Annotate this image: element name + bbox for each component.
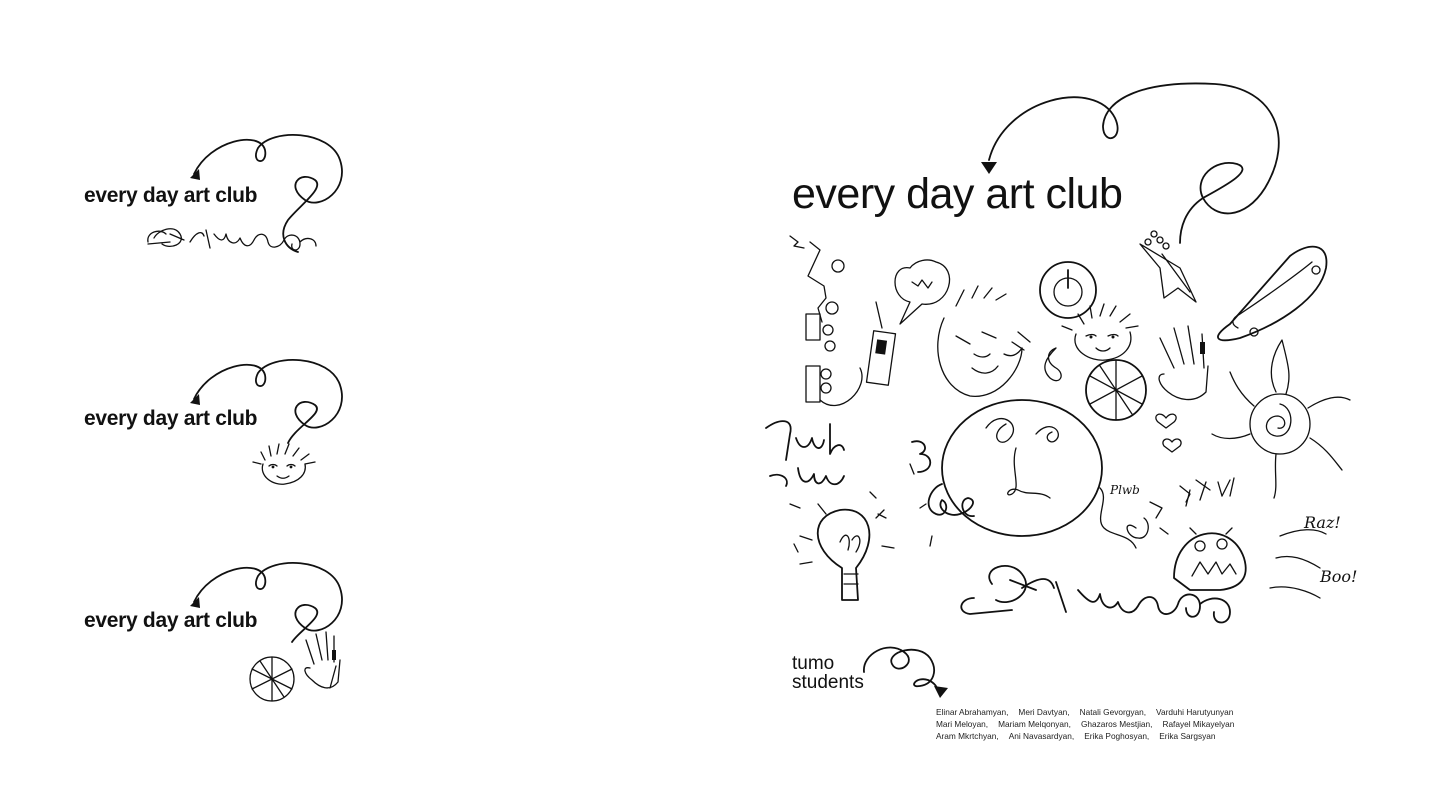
spiky-hair-face-icon (252, 443, 316, 485)
skateboard-icon (1217, 245, 1328, 342)
logo-title-3: every day art club (84, 609, 258, 632)
spiky-face-icon (1061, 303, 1139, 361)
doodle-word-boo: Boo! (1319, 567, 1357, 586)
doodle-word-plwb: Plwb (1109, 483, 1140, 497)
curly-arrow-icon (863, 646, 948, 698)
credits-row-1: Elinar Abrahamyan, Meri Davtyan, Natali Ge… (936, 706, 1244, 718)
hand-icon (1158, 325, 1209, 401)
doodle-word-raz: Raz! (1303, 513, 1341, 532)
zigzag-chain-icon (789, 235, 863, 407)
credit-name: Mari Meloyan, (936, 719, 989, 729)
credits-row-3: Aram Mkrtchyan, Ani Navasardyan, Erika Pog… (936, 730, 1244, 742)
big-face-icon (941, 399, 1137, 549)
ball-icon (249, 656, 295, 702)
curly-arrow-icon (190, 359, 343, 444)
lightbulb-icon (799, 503, 895, 601)
credit-name: Meri Davtyan, (1018, 707, 1070, 717)
tumo-label: tumo (792, 653, 835, 674)
wavy-lines-icon (1269, 529, 1327, 599)
students-label: students (792, 672, 864, 693)
phone-icon (865, 301, 897, 386)
sun-icon (1211, 339, 1351, 499)
tumo-signature-icon (147, 228, 317, 251)
ribbon-icon (1126, 501, 1169, 539)
credits: Elinar Abrahamyan, Meri Davtyan, Natali Ge… (936, 706, 1244, 742)
logo-title-1: every day art club (84, 184, 258, 207)
credit-name: Ghazaros Mestjian, (1080, 719, 1153, 729)
credit-name: Natali Gevorgyan, (1079, 707, 1147, 717)
credit-name: Aram Mkrtchyan, (936, 731, 999, 741)
credit-name: Erika Poghosyan, (1084, 731, 1150, 741)
curly-arrow-icon (981, 82, 1280, 244)
tumo-signature-icon (960, 565, 1231, 624)
logo-title-2: every day art club (84, 407, 258, 430)
speech-bubble-icon (894, 259, 951, 325)
monster-icon (1173, 479, 1247, 591)
marks-icon (1179, 477, 1235, 503)
credit-name: Varduhi Harutyunyan (1156, 707, 1234, 717)
hand-icon (304, 631, 341, 689)
doodle-collage: Raz! Boo! Plwb (765, 230, 1357, 624)
credit-name: Ani Navasardyan, (1008, 731, 1075, 741)
poster-title: every day art club (792, 170, 1123, 218)
face-icon (937, 285, 1031, 397)
swirl-icon (1044, 347, 1062, 382)
power-icon (1039, 261, 1097, 319)
star-blade-icon (1139, 230, 1197, 303)
heart-icon (1155, 413, 1182, 453)
credit-name: Mariam Melqonyan, (998, 719, 1071, 729)
credits-row-2: Mari Meloyan, Mariam Melqonyan, Ghazaros M… (936, 718, 1244, 730)
credit-name: Elinar Abrahamyan, (936, 707, 1009, 717)
credit-name: Rafayel Mikayelyan (1162, 719, 1235, 729)
ball-icon (1085, 359, 1147, 421)
credit-name: Erika Sargsyan (1159, 731, 1216, 741)
